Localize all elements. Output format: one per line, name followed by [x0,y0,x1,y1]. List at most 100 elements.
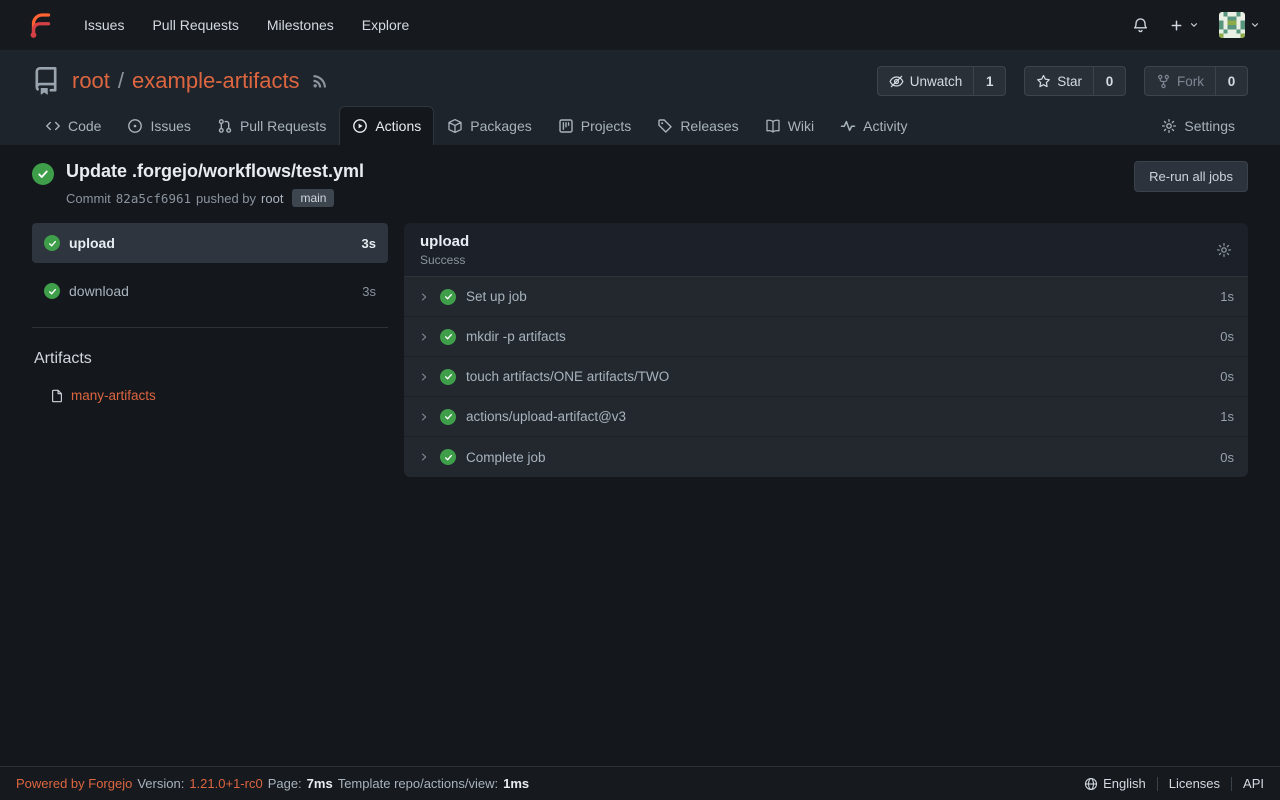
play-circle-icon [352,118,368,134]
issue-icon [127,118,143,134]
jobs-artifacts-divider [32,327,388,328]
nav-explore[interactable]: Explore [348,0,423,50]
jobs-sidebar: upload 3s download 3s Artifacts [32,223,388,403]
repo-icon [32,67,60,95]
step-row-setup-job[interactable]: Set up job 1s [404,277,1248,317]
job-name: download [69,283,129,299]
job-status-text: Success [420,253,469,267]
step-row-upload-artifact[interactable]: actions/upload-artifact@v3 1s [404,397,1248,437]
rss-icon [312,73,328,89]
tab-releases[interactable]: Releases [644,106,751,145]
success-icon [440,409,456,425]
chevron-right-icon [418,371,430,383]
job-duration: 3s [362,236,376,251]
tab-activity[interactable]: Activity [827,106,920,145]
steps-list: Set up job 1s mkdir -p artifacts 0s [404,277,1248,477]
rerun-all-jobs-button[interactable]: Re-run all jobs [1134,161,1248,192]
forks-count[interactable]: 0 [1215,67,1247,95]
step-label: mkdir -p artifacts [466,329,566,344]
success-icon [440,369,456,385]
commit-label: Commit [66,191,111,206]
job-panel-name: upload [420,233,469,250]
success-icon [44,235,60,251]
step-row-mkdir[interactable]: mkdir -p artifacts 0s [404,317,1248,357]
rss-feed-button[interactable] [312,73,328,89]
commit-author-link[interactable]: root [261,191,283,206]
user-menu[interactable] [1219,12,1260,38]
forgejo-app: Issues Pull Requests Milestones Explore [0,0,1280,800]
repo-title-separator: / [118,68,124,94]
notifications-button[interactable] [1132,17,1149,34]
step-label: actions/upload-artifact@v3 [466,409,626,424]
tab-actions[interactable]: Actions [339,106,434,145]
star-icon [1036,74,1051,89]
footer: Powered by Forgejo Version: 1.21.0+1-rc0… [0,766,1280,800]
chevron-right-icon [418,451,430,463]
step-label: Set up job [466,289,527,304]
step-row-complete-job[interactable]: Complete job 0s [404,437,1248,477]
page-time-label: Page: [268,776,302,791]
watchers-count[interactable]: 1 [973,67,1005,95]
fork-label: Fork [1177,74,1204,89]
footer-divider [1157,777,1158,791]
job-options-button[interactable] [1216,242,1232,258]
run-title-block: Update .forgejo/workflows/test.yml Commi… [66,161,364,207]
tab-settings[interactable]: Settings [1148,106,1248,145]
star-button[interactable]: Star [1025,67,1093,95]
branch-badge[interactable]: main [292,189,334,207]
footer-right: English Licenses API [1084,776,1264,791]
job-item-upload[interactable]: upload 3s [32,223,388,263]
create-new-button[interactable] [1169,18,1199,33]
code-icon [45,118,61,134]
licenses-link[interactable]: Licenses [1169,776,1220,791]
package-icon [447,118,463,134]
version-link[interactable]: 1.21.0+1-rc0 [189,776,262,791]
template-time-label: Template repo/actions/view: [338,776,498,791]
job-panel-header: upload Success [404,223,1248,277]
step-duration: 0s [1220,329,1234,344]
tab-pull-requests[interactable]: Pull Requests [204,106,339,145]
tab-code[interactable]: Code [32,106,114,145]
step-duration: 0s [1220,369,1234,384]
star-button-group: Star 0 [1024,66,1126,96]
file-icon [50,389,64,403]
commit-sha-link[interactable]: 82a5cf6961 [116,191,191,206]
tab-projects[interactable]: Projects [545,106,645,145]
powered-by-link[interactable]: Powered by Forgejo [16,776,132,791]
repo-header: root / example-artifacts [0,50,1280,145]
success-icon [440,329,456,345]
chevron-right-icon [418,331,430,343]
tab-wiki[interactable]: Wiki [752,106,827,145]
stars-count[interactable]: 0 [1093,67,1125,95]
chevron-right-icon [418,411,430,423]
job-panel-title-block: upload Success [420,233,469,267]
artifact-download-link[interactable]: many-artifacts [71,388,156,403]
repo-action-buttons: Unwatch 1 Star 0 [877,66,1248,96]
nav-milestones[interactable]: Milestones [253,0,348,50]
step-row-touch[interactable]: touch artifacts/ONE artifacts/TWO 0s [404,357,1248,397]
repo-name-link[interactable]: example-artifacts [132,68,300,94]
tab-issues[interactable]: Issues [114,106,203,145]
navbar-right [1132,12,1260,38]
tag-icon [657,118,673,134]
success-icon [440,289,456,305]
footer-left: Powered by Forgejo Version: 1.21.0+1-rc0… [16,776,529,791]
nav-issues[interactable]: Issues [70,0,138,50]
job-duration: 3s [362,284,376,299]
nav-pull-requests[interactable]: Pull Requests [138,0,252,50]
unwatch-button[interactable]: Unwatch [878,67,974,95]
pushed-by-label: pushed by [196,191,256,206]
api-link[interactable]: API [1243,776,1264,791]
language-selector[interactable]: English [1084,776,1146,791]
repo-owner-link[interactable]: root [72,68,110,94]
forgejo-logo[interactable] [24,8,58,42]
project-icon [558,118,574,134]
tab-packages[interactable]: Packages [434,106,544,145]
job-item-download[interactable]: download 3s [32,271,388,311]
fork-button[interactable]: Fork [1145,67,1215,95]
chevron-right-icon [418,291,430,303]
commit-line: Commit 82a5cf6961 pushed by root main [66,189,364,207]
artifacts-heading: Artifacts [32,350,388,368]
step-label: Complete job [466,450,546,465]
step-duration: 0s [1220,450,1234,465]
